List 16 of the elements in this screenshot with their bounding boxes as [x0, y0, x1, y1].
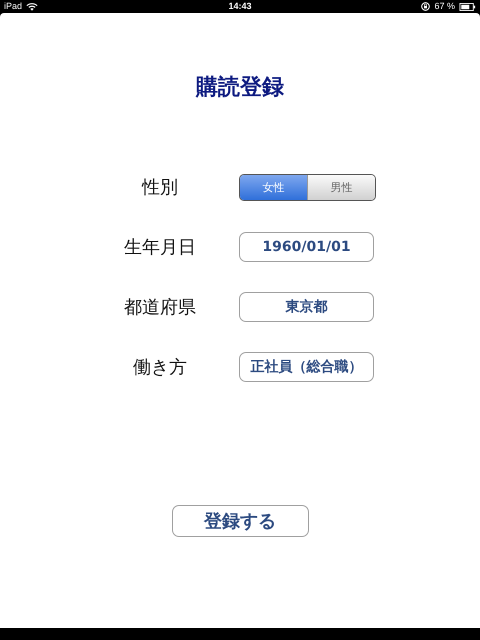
- field-label: 生年月日: [123, 236, 197, 259]
- picker-button[interactable]: 1960/01/01: [239, 232, 374, 262]
- battery-icon: [459, 2, 476, 10]
- picker-button[interactable]: 東京都: [239, 292, 374, 322]
- device-name: iPad: [4, 1, 22, 12]
- field-label: 性別: [140, 176, 179, 199]
- page-title: 購読登録: [196, 74, 284, 102]
- gender-segment[interactable]: 男性: [307, 174, 375, 200]
- picker-button[interactable]: 正社員（総合職）: [239, 352, 374, 382]
- field-label: 働き方: [132, 356, 188, 379]
- rotation-lock-icon: [421, 2, 430, 11]
- wifi-icon: [26, 2, 38, 11]
- register-button[interactable]: 登録する: [172, 505, 308, 537]
- battery-percent: 67 %: [434, 1, 455, 12]
- field-label: 都道府県: [123, 296, 197, 319]
- clock-time: 14:43: [228, 1, 252, 12]
